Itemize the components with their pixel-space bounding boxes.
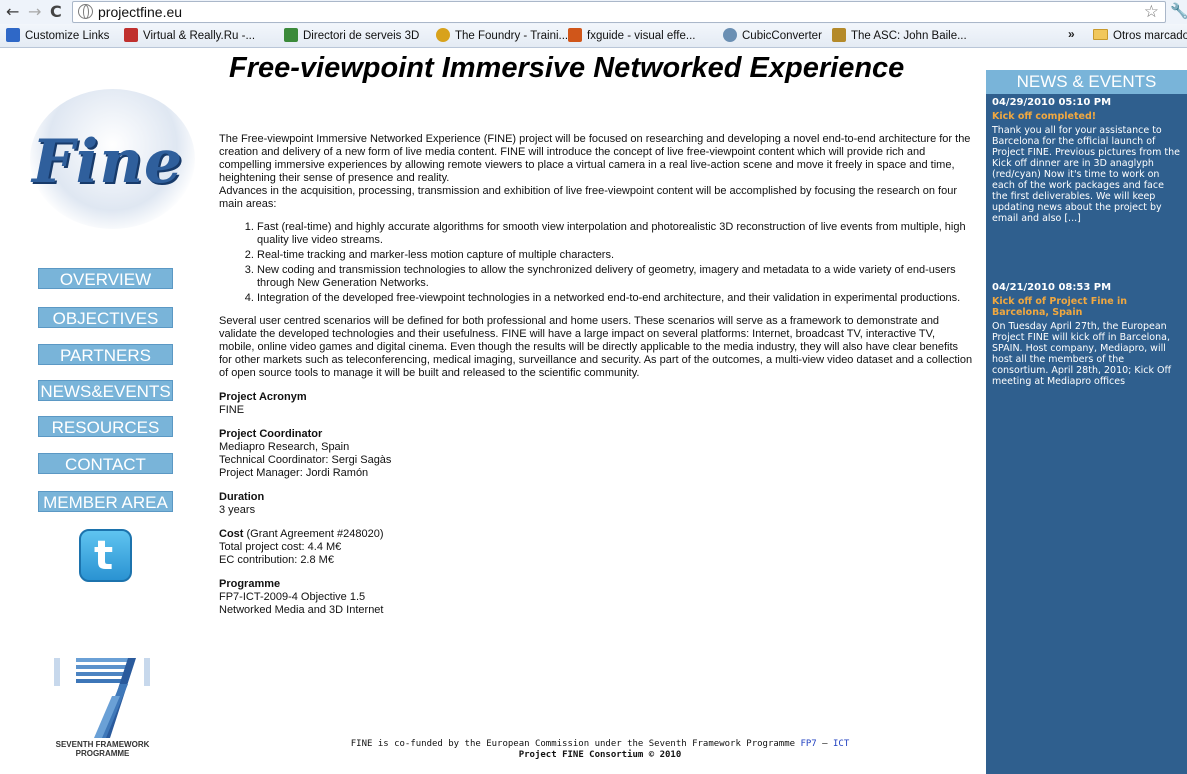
news-date: 04/29/2010 05:10 PM	[992, 97, 1112, 108]
back-arrow-icon[interactable]: ←	[6, 3, 19, 21]
footer-text: FINE is co-funded by the European Commis…	[350, 739, 801, 749]
menu-overview[interactable]: OVERVIEW	[38, 268, 173, 289]
programme-line: Networked Media and 3D Internet	[219, 604, 384, 616]
news-body: On Tuesday April 27th, the European Proj…	[992, 321, 1172, 387]
bookmark-item[interactable]: Virtual & Really.Ru -...	[124, 28, 255, 44]
customize-links-icon	[6, 28, 20, 42]
programme-heading: Programme	[219, 578, 281, 590]
bookmark-item[interactable]: fxguide - visual effe...	[568, 28, 695, 44]
news-item: 04/21/2010 08:53 PM Kick off of Project …	[992, 282, 1182, 387]
fp7-logo[interactable]: SEVENTH FRAMEWORK PROGRAMME	[40, 656, 165, 766]
foundry-icon	[436, 28, 450, 42]
footer-separator: —	[816, 739, 833, 749]
programme-line: FP7-ICT-2009-4 Objective 1.5	[219, 591, 366, 603]
coordinator-line: Mediapro Research, Spain	[219, 441, 350, 453]
list-item: Fast (real-time) and highly accurate alg…	[257, 221, 973, 247]
coordinator-heading: Project Coordinator	[219, 428, 323, 440]
url-text[interactable]: projectfine.eu	[98, 4, 182, 20]
asc-icon	[832, 28, 846, 42]
cost-heading: Cost	[219, 528, 244, 540]
logo-text: Fine	[32, 127, 184, 197]
fxguide-icon	[568, 28, 582, 42]
fine-logo[interactable]: Fine	[30, 89, 195, 229]
main-content: The Free-viewpoint Immersive Networked E…	[219, 133, 973, 617]
news-body: Thank you all for your assistance to Bar…	[992, 125, 1180, 224]
scenarios-paragraph: Several user centred scenarios will be d…	[219, 315, 973, 379]
cubicconverter-icon	[723, 28, 737, 42]
reload-icon[interactable]: C	[50, 3, 62, 21]
list-item: Real-time tracking and marker-less motio…	[257, 249, 973, 262]
news-date: 04/21/2010 08:53 PM	[992, 282, 1112, 293]
intro-paragraph: The Free-viewpoint Immersive Networked E…	[219, 133, 971, 184]
footer-consortium: Project FINE Consortium © 2010	[518, 750, 682, 760]
duration-heading: Duration	[219, 491, 265, 503]
menu-objectives[interactable]: OBJECTIVES	[38, 307, 173, 328]
bookmark-item[interactable]: The Foundry - Traini...	[436, 28, 568, 44]
page: Fine OVERVIEW OBJECTIVES PARTNERS NEWS&E…	[0, 49, 1187, 774]
ict-link[interactable]: ICT	[833, 739, 849, 749]
cost-agreement: (Grant Agreement #248020)	[243, 528, 384, 540]
vr-icon	[124, 28, 138, 42]
research-areas-list: Fast (real-time) and highly accurate alg…	[257, 221, 973, 305]
bookmark-star-icon[interactable]: ☆	[1144, 2, 1159, 22]
bookmark-item[interactable]: The ASC: John Baile...	[832, 28, 967, 44]
news-title-link[interactable]: Kick off of Project Fine in Barcelona, S…	[992, 296, 1182, 318]
news-title-link[interactable]: Kick off completed!	[992, 111, 1182, 122]
cost-heading-line: Cost (Grant Agreement #248020)	[219, 528, 973, 541]
menu-news-events[interactable]: NEWS&EVENTS	[38, 380, 173, 401]
bookmark-item[interactable]: CubicConverter	[723, 28, 822, 44]
bookmark-item[interactable]: Directori de serveis 3D	[284, 28, 419, 44]
other-bookmarks-folder[interactable]: Otros marcadores	[1093, 28, 1187, 44]
intro-paragraph-2: Advances in the acquisition, processing,…	[219, 185, 958, 210]
footer: FINE is co-funded by the European Commis…	[220, 739, 980, 761]
acronym-heading: Project Acronym	[219, 391, 307, 403]
bookmark-item[interactable]: Customize Links	[6, 28, 109, 44]
twitter-icon[interactable]: t	[79, 529, 132, 582]
forward-arrow-icon[interactable]: →	[28, 3, 41, 21]
directori-icon	[284, 28, 298, 42]
folder-icon	[1093, 29, 1108, 40]
bookmarks-bar: Customize Links Virtual & Really.Ru -...…	[0, 24, 1187, 48]
list-item: Integration of the developed free-viewpo…	[257, 292, 973, 305]
news-item: 04/29/2010 05:10 PM Kick off completed! …	[992, 97, 1182, 224]
address-bar[interactable]: projectfine.eu ☆	[72, 1, 1166, 23]
cost-line: EC contribution: 2.8 M€	[219, 554, 334, 566]
wrench-icon[interactable]: 🔧	[1170, 2, 1187, 20]
coordinator-line: Project Manager: Jordi Ramón	[219, 467, 369, 479]
fp7-seven-icon	[54, 658, 150, 738]
page-title: Free-viewpoint Immersive Networked Exper…	[229, 52, 905, 84]
fp7-link[interactable]: FP7	[800, 739, 816, 749]
news-header: NEWS & EVENTS	[986, 70, 1187, 94]
globe-icon	[78, 4, 93, 19]
list-item: New coding and transmission technologies…	[257, 264, 973, 290]
coordinator-line: Technical Coordinator: Sergi Sagàs	[219, 454, 392, 466]
acronym-value: FINE	[219, 404, 245, 416]
more-bookmarks-button[interactable]: »	[1068, 27, 1075, 41]
menu-member-area[interactable]: MEMBER AREA	[38, 491, 173, 512]
cost-line: Total project cost: 4.4 M€	[219, 541, 342, 553]
menu-contact[interactable]: CONTACT	[38, 453, 173, 474]
browser-toolbar: ← → C projectfine.eu ☆ 🔧	[0, 0, 1187, 24]
fp7-label: SEVENTH FRAMEWORK PROGRAMME	[55, 740, 150, 758]
duration-value: 3 years	[219, 504, 256, 516]
menu-partners[interactable]: PARTNERS	[38, 344, 173, 365]
menu-resources[interactable]: RESOURCES	[38, 416, 173, 437]
